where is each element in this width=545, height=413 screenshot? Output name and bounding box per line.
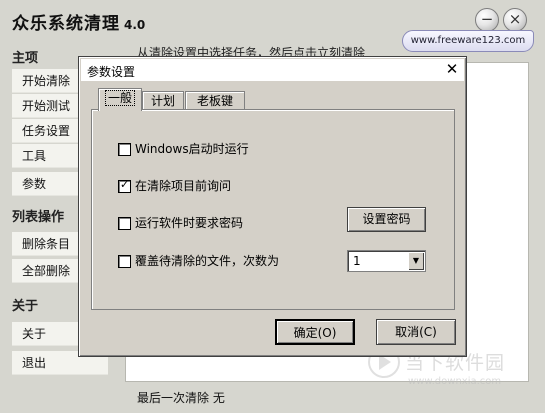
option-label: 覆盖待清除的文件，次数为: [135, 254, 280, 268]
option-label: 在清除项目前询问: [135, 179, 232, 193]
tab-schedule[interactable]: 计划: [142, 91, 184, 110]
nav-section-main: 主项: [12, 51, 39, 66]
cancel-button[interactable]: 取消(C): [376, 319, 456, 345]
checkbox-confirm-before-clean[interactable]: [118, 178, 131, 193]
watermark-url: www.downxia.com: [408, 376, 502, 387]
website-banner[interactable]: www.freeware123.com: [402, 30, 534, 52]
settings-dialog: 参数设置 ✕ 一般 计划 老板键 Windows启动时运行 在清除项目前询问 运…: [78, 56, 467, 357]
dropdown-arrow-icon[interactable]: ▼: [408, 252, 424, 270]
tab-general[interactable]: 一般: [98, 88, 142, 111]
checkbox-run-at-startup[interactable]: [118, 143, 131, 156]
ok-button[interactable]: 确定(O): [275, 319, 355, 345]
tab-boss-key[interactable]: 老板键: [185, 91, 245, 110]
dialog-title: 参数设置: [87, 65, 136, 79]
dialog-close-icon[interactable]: ✕: [443, 61, 461, 79]
app-version: 4.0: [124, 18, 146, 32]
option-label: Windows启动时运行: [135, 142, 249, 156]
last-clean-status: 最后一次清除 无: [137, 391, 225, 405]
overwrite-count-select[interactable]: 1 ▼: [347, 250, 426, 272]
minimize-button[interactable]: −: [475, 8, 499, 32]
checkbox-require-password[interactable]: [118, 217, 131, 230]
tab-general-label: 一般: [104, 90, 135, 106]
app-title-text: 众乐系统清理: [12, 14, 120, 34]
set-password-button[interactable]: 设置密码: [347, 207, 426, 232]
dialog-titlebar[interactable]: 参数设置 ✕: [81, 59, 464, 81]
close-button[interactable]: ×: [503, 8, 527, 32]
option-label: 运行软件时要求密码: [135, 216, 244, 230]
nav-section-about: 关于: [12, 299, 39, 314]
app-title: 众乐系统清理 4.0: [12, 9, 145, 34]
overwrite-count-value: 1: [353, 254, 361, 268]
nav-section-list-ops: 列表操作: [12, 210, 65, 225]
checkbox-overwrite-files[interactable]: [118, 255, 131, 268]
